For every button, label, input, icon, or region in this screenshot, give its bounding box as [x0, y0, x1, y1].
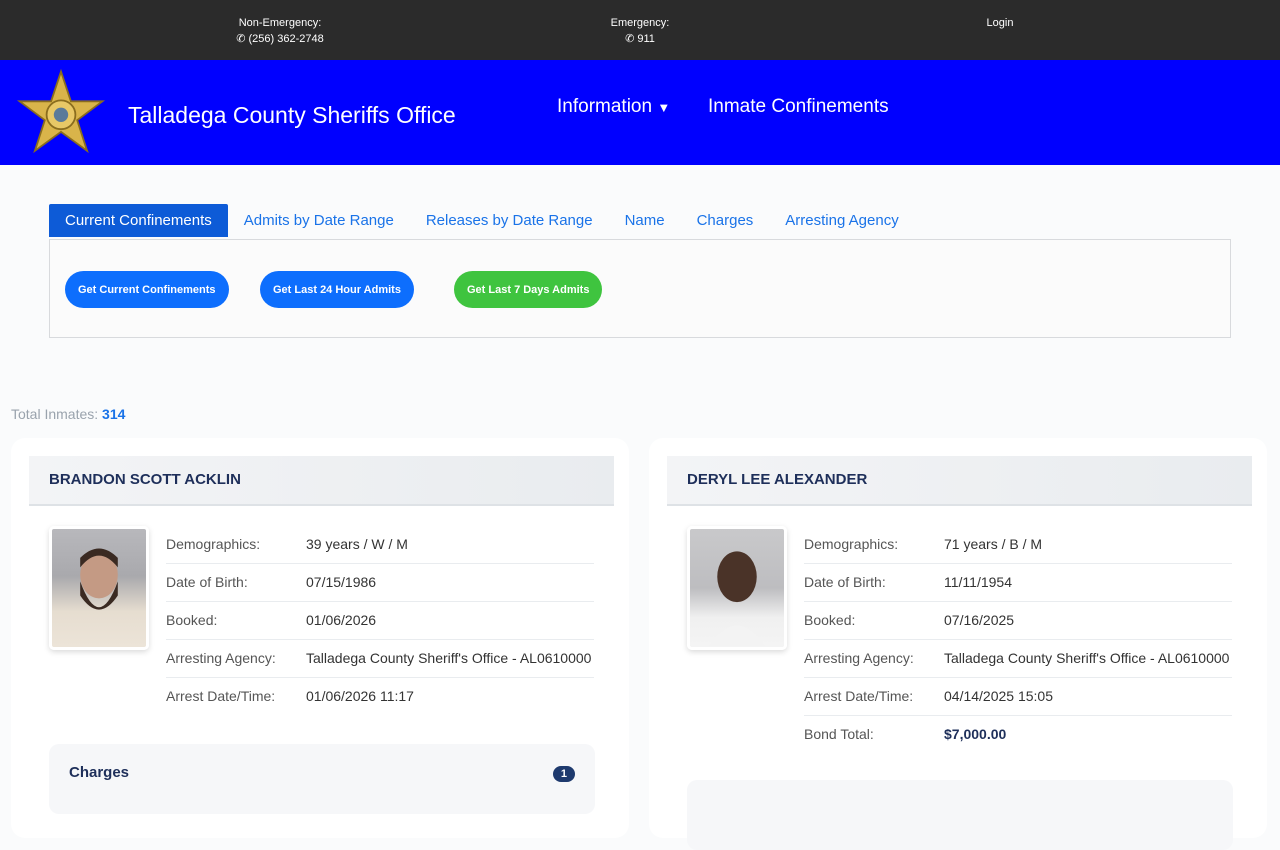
tab-arresting-agency[interactable]: Arresting Agency	[769, 204, 914, 237]
non-emergency-label: Non-Emergency:	[238, 17, 322, 29]
detail-row: Booked: 07/16/2025	[804, 602, 1232, 640]
detail-value: 11/11/1954	[944, 574, 1012, 590]
detail-value: Talladega County Sheriff's Office - AL06…	[306, 650, 592, 666]
detail-value: 39 years / W / M	[306, 536, 408, 552]
detail-row: Booked: 01/06/2026	[166, 602, 594, 640]
charges-label: Charges	[69, 764, 130, 781]
get-current-confinements-button[interactable]: Get Current Confinements	[65, 271, 229, 308]
emergency-contact: Emergency: ✆ 911	[590, 15, 690, 47]
detail-label: Booked:	[804, 612, 856, 628]
detail-label: Arrest Date/Time:	[804, 688, 914, 704]
inmate-details: Demographics: 71 years / B / M Date of Bi…	[804, 526, 1232, 753]
detail-value: 01/06/2026 11:17	[306, 688, 414, 704]
detail-value: 71 years / B / M	[944, 536, 1043, 552]
phone-icon: ✆	[625, 33, 635, 45]
sheriff-badge-logo[interactable]	[14, 68, 108, 158]
charges-count-badge: 1	[552, 766, 575, 782]
tab-releases-by-date-range[interactable]: Releases by Date Range	[410, 204, 609, 237]
inmate-photo[interactable]	[687, 526, 787, 650]
inmate-name[interactable]: DERYL LEE ALEXANDER	[667, 456, 1252, 506]
detail-row: Date of Birth: 07/15/1986	[166, 564, 594, 602]
detail-row: Date of Birth: 11/11/1954	[804, 564, 1232, 602]
get-last-24-hour-admits-button[interactable]: Get Last 24 Hour Admits	[260, 271, 414, 308]
site-header: Talladega County Sheriffs Office Informa…	[0, 60, 1280, 165]
detail-row: Demographics: 71 years / B / M	[804, 526, 1232, 564]
inmate-name[interactable]: BRANDON SCOTT ACKLIN	[29, 456, 614, 506]
detail-row: Arresting Agency: Talladega County Sherif…	[166, 640, 594, 678]
inmate-card: DERYL LEE ALEXANDER Demographics: 71 year…	[649, 438, 1267, 850]
nav-information[interactable]: Information ▼	[557, 96, 670, 118]
bond-total-value: $7,000.00	[944, 726, 1007, 742]
inmate-photo[interactable]	[49, 526, 149, 650]
non-emergency-contact: Non-Emergency: ✆ (256) 362-2748	[220, 15, 340, 47]
detail-label: Arresting Agency:	[804, 650, 914, 666]
detail-value: 04/14/2025 15:05	[944, 688, 1053, 704]
detail-label: Arrest Date/Time:	[166, 688, 276, 704]
emergency-label: Emergency:	[610, 17, 670, 29]
detail-value: 07/15/1986	[306, 574, 377, 590]
detail-label: Demographics:	[166, 536, 261, 552]
login-link[interactable]: Login	[987, 17, 1014, 29]
nav-inmate-confinements[interactable]: Inmate Confinements	[708, 96, 889, 118]
detail-value: Talladega County Sheriff's Office - AL06…	[944, 650, 1230, 666]
charges-accordion[interactable]: Charges 1	[49, 744, 595, 814]
detail-value: 01/06/2026	[306, 612, 377, 628]
charges-accordion[interactable]	[687, 780, 1233, 850]
emergency-phone-link[interactable]: 911	[637, 33, 655, 45]
nav-information-label: Information	[557, 96, 653, 117]
total-inmates-count: 314	[102, 406, 126, 422]
inmate-details: Demographics: 39 years / W / M Date of Bi…	[166, 526, 594, 715]
top-bar: Non-Emergency: ✆ (256) 362-2748 Emergenc…	[0, 0, 1280, 60]
tab-name[interactable]: Name	[609, 204, 681, 237]
caret-down-icon: ▼	[657, 100, 671, 115]
tab-current-confinements[interactable]: Current Confinements	[49, 204, 228, 237]
total-inmates: Total Inmates: 314	[11, 406, 125, 422]
get-last-7-days-admits-button[interactable]: Get Last 7 Days Admits	[454, 271, 603, 308]
detail-label: Bond Total:	[804, 726, 874, 742]
detail-label: Booked:	[166, 612, 218, 628]
tab-admits-by-date-range[interactable]: Admits by Date Range	[228, 204, 410, 237]
site-title[interactable]: Talladega County Sheriffs Office	[128, 102, 456, 129]
tab-panel: Get Current Confinements Get Last 24 Hou…	[49, 239, 1231, 338]
detail-row: Arresting Agency: Talladega County Sherif…	[804, 640, 1232, 678]
detail-label: Date of Birth:	[166, 574, 248, 590]
detail-label: Date of Birth:	[804, 574, 886, 590]
detail-value: 07/16/2025	[944, 612, 1015, 628]
tab-charges[interactable]: Charges	[681, 204, 770, 237]
detail-row: Arrest Date/Time: 01/06/2026 11:17	[166, 678, 594, 715]
detail-row: Demographics: 39 years / W / M	[166, 526, 594, 564]
phone-icon: ✆	[236, 33, 246, 45]
detail-label: Demographics:	[804, 536, 899, 552]
search-tabs: Current Confinements Admits by Date Rang…	[49, 204, 915, 237]
detail-row: Arrest Date/Time: 04/14/2025 15:05	[804, 678, 1232, 716]
inmate-card: BRANDON SCOTT ACKLIN Demographics: 39 yea…	[11, 438, 629, 838]
non-emergency-phone-link[interactable]: (256) 362-2748	[249, 33, 324, 45]
detail-row: Bond Total: $7,000.00	[804, 716, 1232, 753]
total-inmates-label: Total Inmates:	[11, 406, 99, 422]
detail-label: Arresting Agency:	[166, 650, 276, 666]
